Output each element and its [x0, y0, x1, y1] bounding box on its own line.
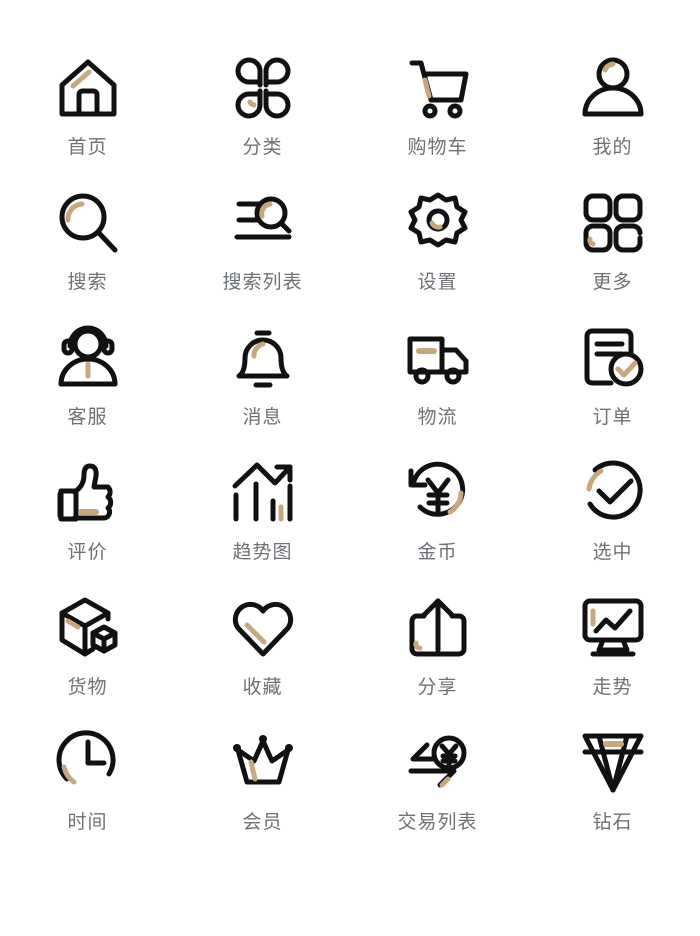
icon-label: 时间 [67, 812, 108, 833]
gear-settings-icon[interactable] [402, 187, 474, 259]
icon-cell-logistics[interactable]: 物流 [350, 322, 525, 457]
crown-member-icon[interactable] [227, 727, 299, 799]
delivery-truck-icon[interactable] [402, 322, 474, 394]
magnifier-search-icon[interactable] [52, 187, 124, 259]
headset-customer-service-icon[interactable] [52, 322, 124, 394]
heart-favorite-icon[interactable] [227, 592, 299, 664]
icon-cell-goods[interactable]: 货物 [0, 592, 175, 727]
icon-cell-settings[interactable]: 设置 [350, 187, 525, 322]
icon-cell-time[interactable]: 时间 [0, 727, 175, 862]
document-check-order-icon[interactable] [577, 322, 649, 394]
home-icon[interactable] [52, 52, 124, 124]
icon-label: 走势 [592, 677, 633, 698]
icon-label: 搜索 [67, 272, 108, 293]
clover-category-icon[interactable] [227, 52, 299, 124]
check-circle-icon[interactable] [577, 457, 649, 529]
icon-cell-selected[interactable]: 选中 [525, 457, 700, 592]
icon-label: 设置 [417, 272, 458, 293]
icon-cell-member[interactable]: 会员 [175, 727, 350, 862]
yuan-refund-coin-icon[interactable] [402, 457, 474, 529]
grid-more-icon[interactable] [577, 187, 649, 259]
icon-label: 趋势图 [232, 542, 293, 563]
icon-cell-favorite[interactable]: 收藏 [175, 592, 350, 727]
icon-label: 更多 [592, 272, 633, 293]
transaction-list-icon[interactable] [402, 727, 474, 799]
icon-cell-diamond[interactable]: 钻石 [525, 727, 700, 862]
icon-cell-support[interactable]: 客服 [0, 322, 175, 457]
icon-label: 分享 [417, 677, 458, 698]
icon-label: 物流 [417, 407, 458, 428]
icon-cell-profile[interactable]: 我的 [525, 52, 700, 187]
icon-label: 会员 [242, 812, 283, 833]
icon-label: 搜索列表 [222, 272, 303, 293]
icon-cell-home[interactable]: 首页 [0, 52, 175, 187]
icon-cell-share[interactable]: 分享 [350, 592, 525, 727]
icon-label: 购物车 [407, 137, 468, 158]
thumbs-up-icon[interactable] [52, 457, 124, 529]
icon-grid: 首页 分类 购物车 我的 搜索 搜索列表 设置 更多 客服 消息 物流 订单 评… [0, 0, 700, 936]
user-profile-icon[interactable] [577, 52, 649, 124]
icon-label: 交易列表 [397, 812, 478, 833]
diamond-icon[interactable] [577, 727, 649, 799]
icon-label: 选中 [592, 542, 633, 563]
icon-label: 评价 [67, 542, 108, 563]
icon-label: 客服 [67, 407, 108, 428]
icon-cell-trade-list[interactable]: 交易列表 [350, 727, 525, 862]
icon-cell-market-trend[interactable]: 走势 [525, 592, 700, 727]
icon-cell-review[interactable]: 评价 [0, 457, 175, 592]
icon-label: 金币 [417, 542, 458, 563]
icon-cell-cart[interactable]: 购物车 [350, 52, 525, 187]
shopping-cart-icon[interactable] [402, 52, 474, 124]
search-list-icon[interactable] [227, 187, 299, 259]
icon-cell-order[interactable]: 订单 [525, 322, 700, 457]
icon-label: 分类 [242, 137, 283, 158]
package-box-icon[interactable] [52, 592, 124, 664]
icon-cell-search[interactable]: 搜索 [0, 187, 175, 322]
icon-cell-search-list[interactable]: 搜索列表 [175, 187, 350, 322]
bar-chart-arrow-icon[interactable] [227, 457, 299, 529]
icon-cell-trend-chart[interactable]: 趋势图 [175, 457, 350, 592]
icon-label: 货物 [67, 677, 108, 698]
monitor-line-chart-icon[interactable] [577, 592, 649, 664]
bell-notification-icon[interactable] [227, 322, 299, 394]
icon-label: 消息 [242, 407, 283, 428]
icon-label: 钻石 [592, 812, 633, 833]
clock-time-icon[interactable] [52, 727, 124, 799]
icon-cell-message[interactable]: 消息 [175, 322, 350, 457]
icon-label: 首页 [67, 137, 108, 158]
icon-cell-coin[interactable]: 金币 [350, 457, 525, 592]
icon-cell-category[interactable]: 分类 [175, 52, 350, 187]
icon-label: 我的 [592, 137, 633, 158]
icon-cell-more[interactable]: 更多 [525, 187, 700, 322]
share-upload-icon[interactable] [402, 592, 474, 664]
icon-label: 订单 [592, 407, 633, 428]
icon-label: 收藏 [242, 677, 283, 698]
